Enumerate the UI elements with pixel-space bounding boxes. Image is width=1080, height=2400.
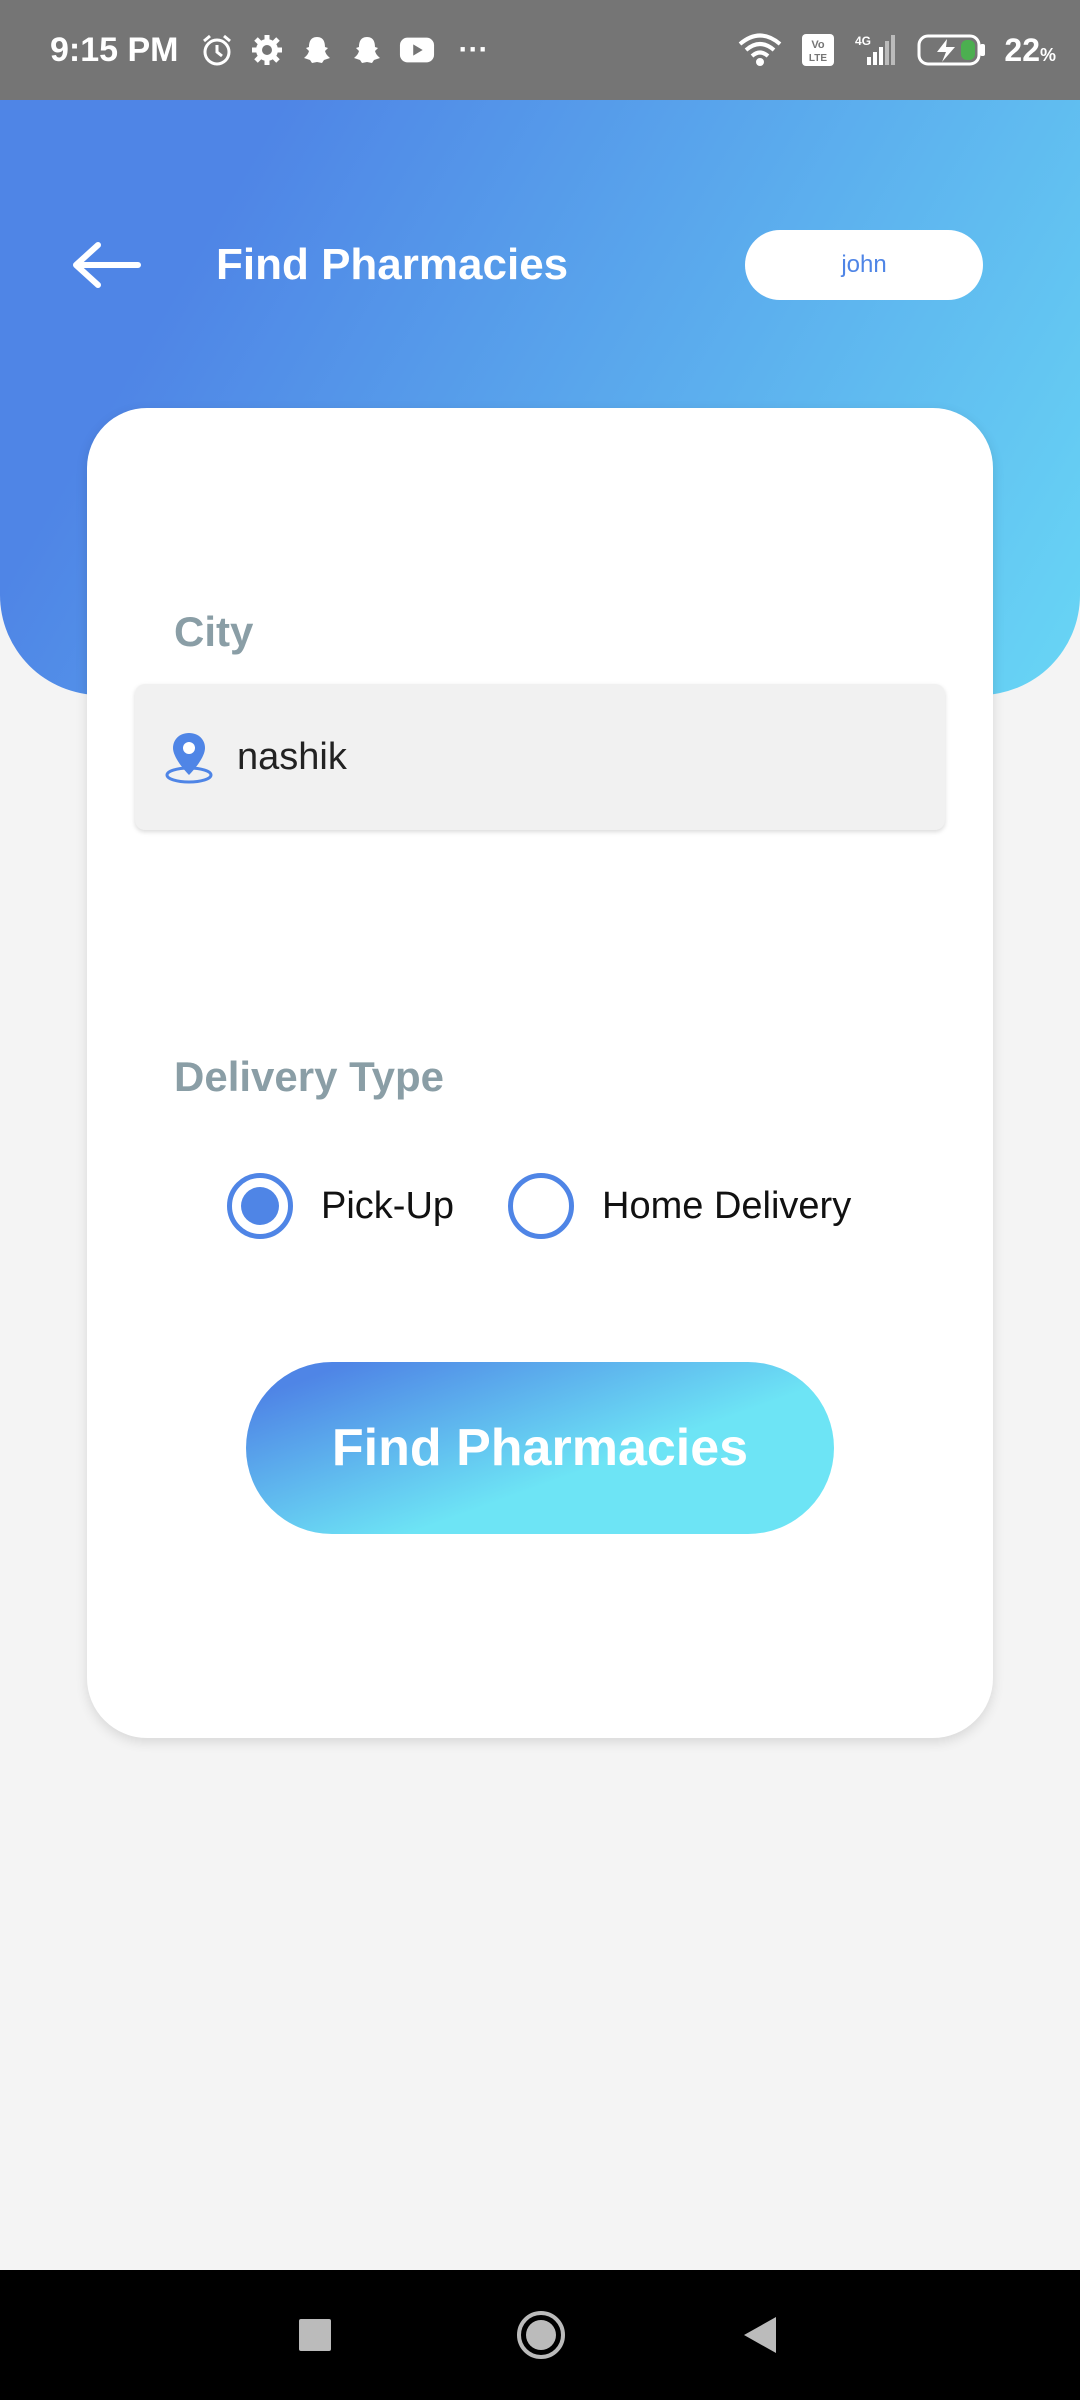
settings-icon: [249, 32, 285, 68]
alarm-icon: [199, 32, 235, 68]
radio-home-delivery[interactable]: Home Delivery: [508, 1173, 851, 1239]
battery-charging-icon: [916, 32, 988, 68]
user-profile-button[interactable]: john: [745, 230, 983, 300]
radio-pickup-label: Pick-Up: [321, 1184, 455, 1227]
snapchat-icon: [349, 32, 385, 68]
arrow-left-icon: [73, 242, 141, 288]
delivery-type-radio-group: Pick-Up Home Delivery: [227, 1173, 851, 1239]
wifi-icon: [736, 32, 784, 68]
status-bar: 9:15 PM ··· Vo LTE 4G 22%: [0, 0, 1080, 100]
triangle-back-icon: [744, 2317, 776, 2353]
status-time: 9:15 PM: [50, 30, 179, 69]
snapchat-icon: [299, 32, 335, 68]
more-notifications-icon: ···: [458, 33, 489, 66]
radio-dot: [241, 1187, 279, 1225]
city-input[interactable]: nashik: [135, 684, 945, 830]
volte-icon: Vo LTE: [800, 32, 836, 68]
radio-button-unselected[interactable]: [508, 1173, 575, 1239]
svg-text:Vo: Vo: [812, 39, 826, 51]
svg-text:4G: 4G: [855, 34, 871, 48]
search-form-card: City nashik Delivery Type Pick-Up Home D…: [87, 408, 993, 1738]
circle-icon: [517, 2311, 565, 2359]
svg-text:LTE: LTE: [809, 53, 827, 64]
battery-percent: 22%: [1004, 31, 1056, 68]
radio-home-delivery-label: Home Delivery: [602, 1184, 852, 1227]
page-title: Find Pharmacies: [216, 240, 569, 289]
city-value: nashik: [237, 735, 347, 778]
recent-apps-button[interactable]: [280, 2300, 350, 2370]
signal-icon: 4G: [852, 32, 900, 68]
youtube-icon: [399, 32, 435, 68]
delivery-type-label: Delivery Type: [174, 1053, 445, 1100]
home-button[interactable]: [506, 2300, 576, 2370]
navigation-bar: [0, 2270, 1080, 2400]
square-icon: [299, 2319, 331, 2351]
status-system-icons: Vo LTE 4G 22%: [736, 32, 1056, 69]
find-pharmacies-button[interactable]: Find Pharmacies: [246, 1362, 834, 1534]
radio-pickup[interactable]: Pick-Up: [227, 1173, 454, 1239]
nav-back-button[interactable]: [725, 2300, 795, 2370]
location-pin-icon: [165, 733, 213, 784]
status-notification-icons: ···: [199, 32, 509, 68]
radio-button-selected[interactable]: [227, 1173, 293, 1239]
city-label: City: [174, 608, 254, 655]
back-button[interactable]: [70, 230, 150, 300]
